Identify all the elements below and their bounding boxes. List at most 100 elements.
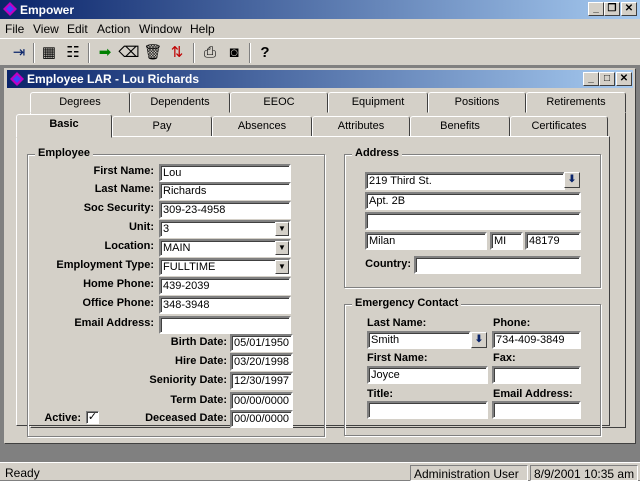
help-icon[interactable]: ? bbox=[254, 42, 276, 64]
active-label: Active: bbox=[44, 412, 81, 424]
emergency-fax-label: Fax: bbox=[493, 352, 516, 364]
office-phone-label: Office Phone: bbox=[82, 297, 154, 309]
tab-pay[interactable]: Pay bbox=[112, 116, 212, 137]
emergency-title-label: Title: bbox=[367, 388, 394, 400]
camera-icon[interactable]: ◙ bbox=[223, 42, 245, 64]
basic-tab-panel: Employee First Name: Lou Last Name: Rich… bbox=[16, 136, 610, 437]
chevron-down-icon[interactable]: ▼ bbox=[275, 222, 289, 236]
seniority-date-label: Seniority Date: bbox=[149, 374, 227, 386]
term-date-field[interactable]: 00/00/0000 bbox=[230, 392, 293, 410]
employment-type-select[interactable]: FULLTIME ▼ bbox=[159, 258, 291, 276]
restore-button[interactable]: ❐ bbox=[604, 2, 620, 16]
tab-positions[interactable]: Positions bbox=[428, 92, 526, 113]
email-address-field[interactable] bbox=[159, 316, 291, 334]
menu-window[interactable]: Window bbox=[139, 22, 182, 36]
child-minimize-button[interactable]: _ bbox=[583, 72, 599, 86]
tree-icon[interactable]: ☷ bbox=[62, 42, 84, 64]
last-name-field[interactable]: Richards bbox=[159, 182, 291, 200]
employment-type-value: FULLTIME bbox=[163, 261, 216, 273]
tab-retirements[interactable]: Retirements bbox=[526, 92, 626, 113]
chevron-down-icon[interactable]: ▼ bbox=[275, 260, 289, 274]
toolbar-separator bbox=[33, 43, 35, 63]
print-icon[interactable]: ⎙ bbox=[199, 42, 221, 64]
emergency-last-name-field[interactable]: Smith bbox=[367, 331, 471, 349]
menu-bar: File View Edit Action Window Help bbox=[0, 19, 640, 38]
toolbar: ⇥ ▦ ☷ ➡ ⌫ 🗑 ⇅ ⎙ ◙ ? bbox=[0, 38, 640, 66]
ssn-field[interactable]: 309-23-4958 bbox=[159, 201, 291, 219]
address-line3-field[interactable] bbox=[365, 212, 581, 230]
unit-value: 3 bbox=[163, 223, 170, 235]
address-line1-field[interactable]: 219 Third St. bbox=[365, 172, 565, 190]
home-phone-label: Home Phone: bbox=[83, 278, 154, 290]
employee-window-title: Employee LAR - Lou Richards bbox=[27, 72, 200, 86]
delete-icon[interactable]: 🗑 bbox=[142, 42, 164, 64]
term-date-label: Term Date: bbox=[170, 394, 227, 406]
emergency-lookup-button[interactable]: ⬇ bbox=[471, 332, 487, 348]
sort-icon[interactable]: ⇅ bbox=[166, 42, 188, 64]
eraser-icon[interactable]: ⌫ bbox=[118, 42, 140, 64]
location-value: MAIN bbox=[163, 242, 191, 254]
minimize-button[interactable]: _ bbox=[588, 2, 604, 16]
app-title: Empower bbox=[20, 3, 75, 17]
emergency-email-label: Email Address: bbox=[493, 388, 573, 400]
app-logo-icon bbox=[3, 2, 17, 16]
unit-select[interactable]: 3 ▼ bbox=[159, 220, 291, 238]
tab-equipment[interactable]: Equipment bbox=[328, 92, 428, 113]
first-name-label: First Name: bbox=[93, 165, 154, 177]
address-line2-field[interactable]: Apt. 2B bbox=[365, 192, 581, 210]
close-button[interactable]: ✕ bbox=[621, 2, 637, 16]
chevron-down-icon[interactable]: ▼ bbox=[275, 241, 289, 255]
menu-action[interactable]: Action bbox=[97, 22, 130, 36]
tab-eeoc[interactable]: EEOC bbox=[230, 92, 328, 113]
menu-edit[interactable]: Edit bbox=[67, 22, 88, 36]
child-close-button[interactable]: ✕ bbox=[616, 72, 632, 86]
location-label: Location: bbox=[104, 240, 155, 252]
tab-basic[interactable]: Basic bbox=[16, 114, 112, 138]
first-name-field[interactable]: Lou bbox=[159, 164, 291, 182]
tab-absences[interactable]: Absences bbox=[212, 116, 312, 137]
emergency-last-name-label: Last Name: bbox=[367, 317, 427, 329]
emergency-email-field[interactable] bbox=[492, 401, 581, 419]
birth-date-field[interactable]: 05/01/1950 bbox=[230, 334, 293, 352]
emergency-contact-group-label: Emergency Contact bbox=[352, 297, 462, 309]
location-select[interactable]: MAIN ▼ bbox=[159, 239, 291, 257]
employee-window-title-bar: Employee LAR - Lou Richards _ □ ✕ bbox=[7, 70, 633, 88]
emergency-fax-field[interactable] bbox=[492, 366, 581, 384]
unit-label: Unit: bbox=[128, 221, 154, 233]
address-lookup-button[interactable]: ⬇ bbox=[564, 172, 580, 188]
tab-benefits[interactable]: Benefits bbox=[410, 116, 510, 137]
tab-attributes[interactable]: Attributes bbox=[312, 116, 410, 137]
hire-date-field[interactable]: 03/20/1998 bbox=[230, 353, 293, 371]
seniority-date-field[interactable]: 12/30/1997 bbox=[230, 372, 293, 390]
tab-degrees[interactable]: Degrees bbox=[30, 92, 130, 113]
menu-view[interactable]: View bbox=[33, 22, 59, 36]
new-record-icon[interactable]: ➡ bbox=[94, 42, 116, 64]
emergency-phone-field[interactable]: 734-409-3849 bbox=[492, 331, 581, 349]
status-bar: Ready Administration User 8/9/2001 10:35… bbox=[0, 462, 640, 481]
emergency-first-name-field[interactable]: Joyce bbox=[367, 366, 488, 384]
deceased-date-field[interactable]: 00/00/0000 bbox=[230, 410, 293, 428]
country-field[interactable] bbox=[414, 256, 581, 274]
emergency-title-field[interactable] bbox=[367, 401, 488, 419]
state-field[interactable]: MI bbox=[490, 232, 523, 250]
zip-field[interactable]: 48179 bbox=[525, 232, 581, 250]
city-field[interactable]: Milan bbox=[365, 232, 487, 250]
exit-icon[interactable]: ⇥ bbox=[8, 42, 30, 64]
home-phone-field[interactable]: 439-2039 bbox=[159, 277, 291, 295]
tab-dependents[interactable]: Dependents bbox=[130, 92, 230, 113]
window-logo-icon bbox=[10, 72, 24, 86]
office-phone-field[interactable]: 348-3948 bbox=[159, 296, 291, 314]
menu-file[interactable]: File bbox=[5, 22, 24, 36]
grid-icon[interactable]: ▦ bbox=[38, 42, 60, 64]
toolbar-separator bbox=[249, 43, 251, 63]
menu-help[interactable]: Help bbox=[190, 22, 215, 36]
country-label: Country: bbox=[365, 258, 411, 270]
emergency-phone-label: Phone: bbox=[493, 317, 531, 329]
birth-date-label: Birth Date: bbox=[170, 336, 227, 348]
status-datetime: 8/9/2001 10:35 am bbox=[530, 465, 638, 481]
tab-certificates[interactable]: Certificates bbox=[510, 116, 608, 137]
employment-type-label: Employment Type: bbox=[56, 259, 154, 271]
emergency-first-name-label: First Name: bbox=[367, 352, 428, 364]
last-name-label: Last Name: bbox=[94, 183, 154, 195]
child-maximize-button[interactable]: □ bbox=[599, 72, 615, 86]
